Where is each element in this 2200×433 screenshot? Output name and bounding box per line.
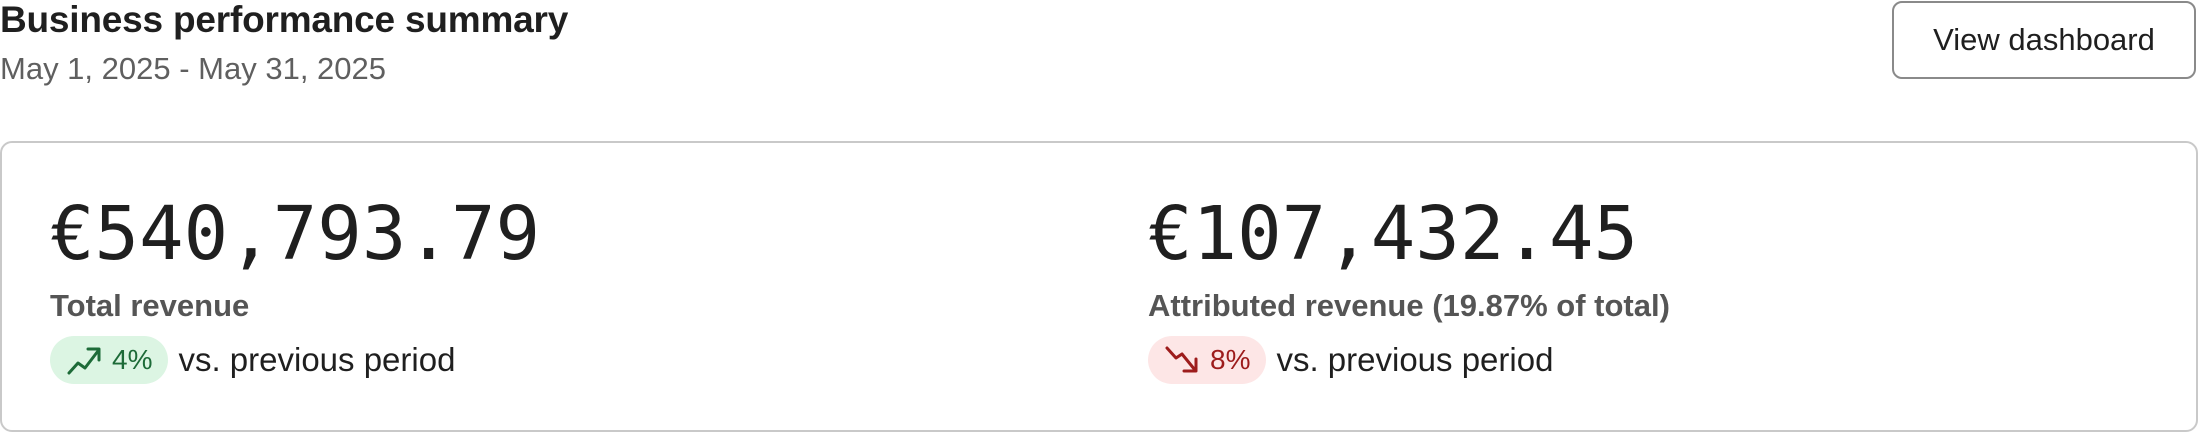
metric-total-revenue: €540,793.79 Total revenue 4% vs. previou… <box>50 143 1050 430</box>
delta-row: 4% vs. previous period <box>50 336 455 384</box>
page-title: Business performance summary <box>0 0 569 40</box>
trend-up-icon <box>66 343 104 377</box>
trend-down-icon <box>1164 343 1202 377</box>
metric-value: €540,793.79 <box>50 191 541 277</box>
change-value: 8% <box>1210 344 1251 375</box>
view-dashboard-button[interactable]: View dashboard <box>1892 1 2196 79</box>
metric-value: €107,432.45 <box>1148 191 1639 277</box>
metric-attributed-revenue: €107,432.45 Attributed revenue (19.87% o… <box>1148 143 2148 430</box>
change-badge-positive: 4% <box>50 336 169 384</box>
change-badge-negative: 8% <box>1148 336 1267 384</box>
change-value: 4% <box>112 344 153 375</box>
summary-header: Business performance summary May 1, 2025… <box>0 0 2200 100</box>
metric-label: Total revenue <box>50 288 250 323</box>
date-range: May 1, 2025 - May 31, 2025 <box>0 51 387 86</box>
metrics-card: €540,793.79 Total revenue 4% vs. previou… <box>0 141 2198 432</box>
comparison-text: vs. previous period <box>1276 341 1554 378</box>
comparison-text: vs. previous period <box>178 341 456 378</box>
metric-label: Attributed revenue (19.87% of total) <box>1148 288 1670 323</box>
delta-row: 8% vs. previous period <box>1148 336 1553 384</box>
